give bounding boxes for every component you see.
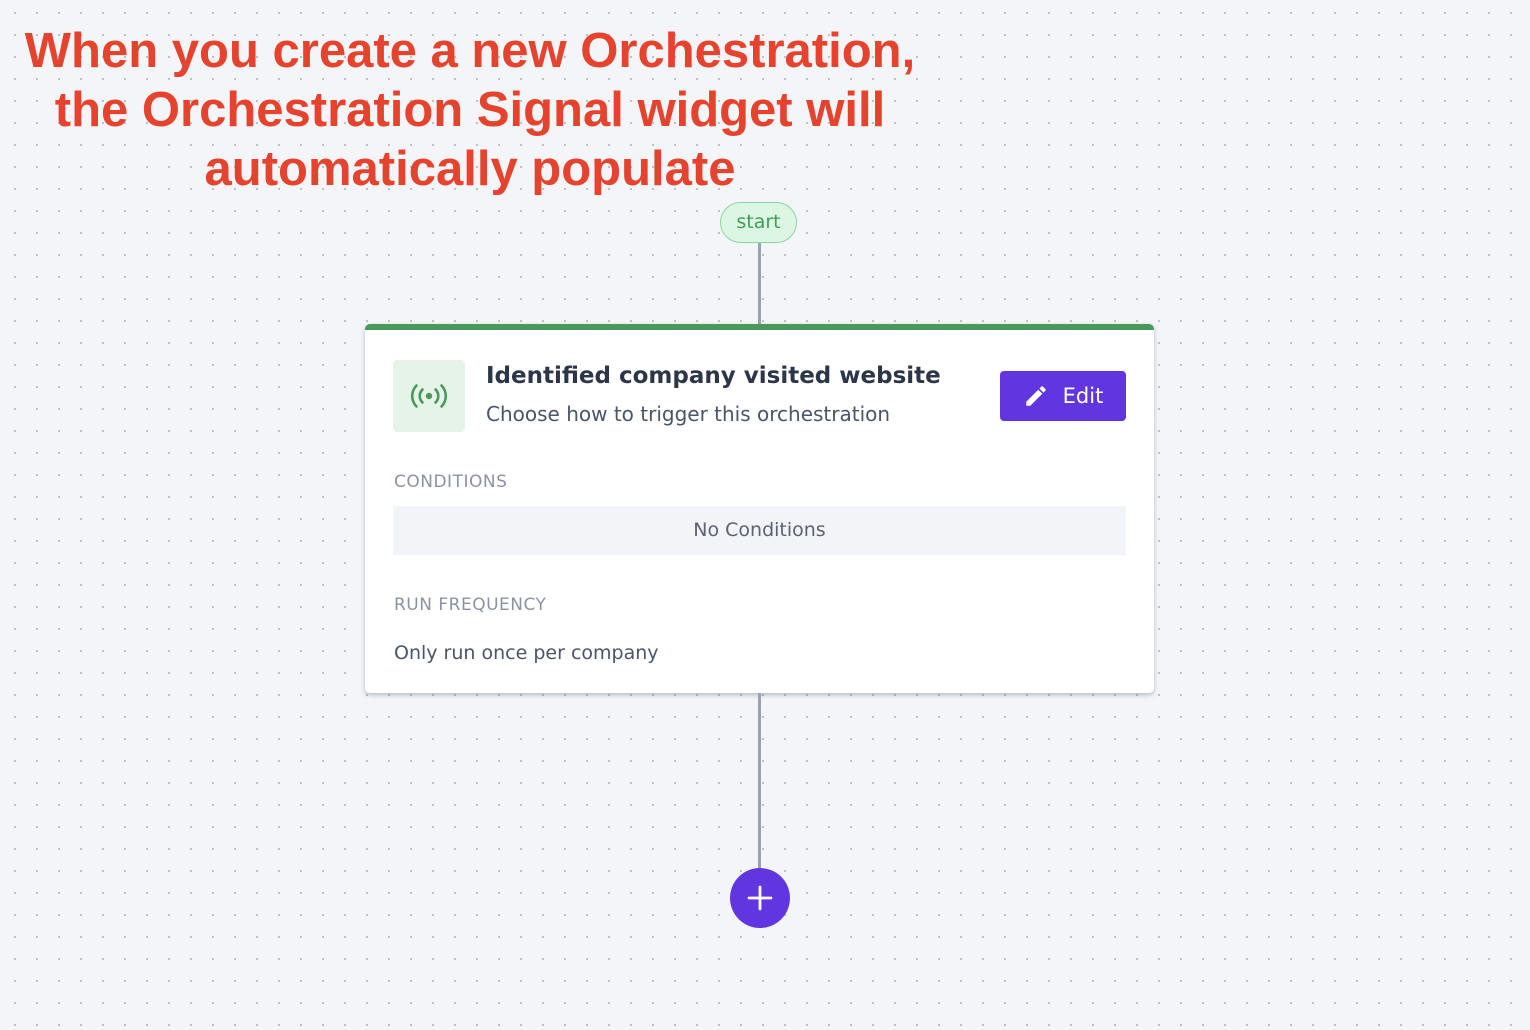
signal-subtitle: Choose how to trigger this orchestration (486, 402, 891, 426)
run-frequency-heading: RUN FREQUENCY (394, 595, 547, 615)
signal-title: Identified company visited website (486, 363, 941, 389)
annotation-text: When you create a new Orchestration, the… (10, 22, 930, 199)
connector-line-bottom (758, 693, 761, 871)
conditions-value: No Conditions (393, 506, 1126, 555)
signal-card[interactable]: Identified company visited website Choos… (365, 324, 1154, 693)
run-frequency-value: Only run once per company (394, 642, 659, 664)
connector-line-top (758, 243, 761, 326)
edit-button-label: Edit (1062, 384, 1104, 408)
add-step-button[interactable] (730, 868, 790, 928)
annotation-line-3: automatically populate (204, 142, 736, 196)
pencil-icon (1023, 383, 1049, 409)
annotation-line-2: the Orchestration Signal widget will (54, 83, 886, 137)
plus-icon (747, 885, 773, 911)
broadcast-signal-icon (410, 384, 448, 408)
edit-button[interactable]: Edit (1000, 371, 1126, 421)
conditions-heading: CONDITIONS (394, 472, 508, 492)
signal-icon-box (393, 360, 465, 432)
annotation-line-1: When you create a new Orchestration, (24, 24, 916, 78)
start-node: start (720, 202, 797, 243)
